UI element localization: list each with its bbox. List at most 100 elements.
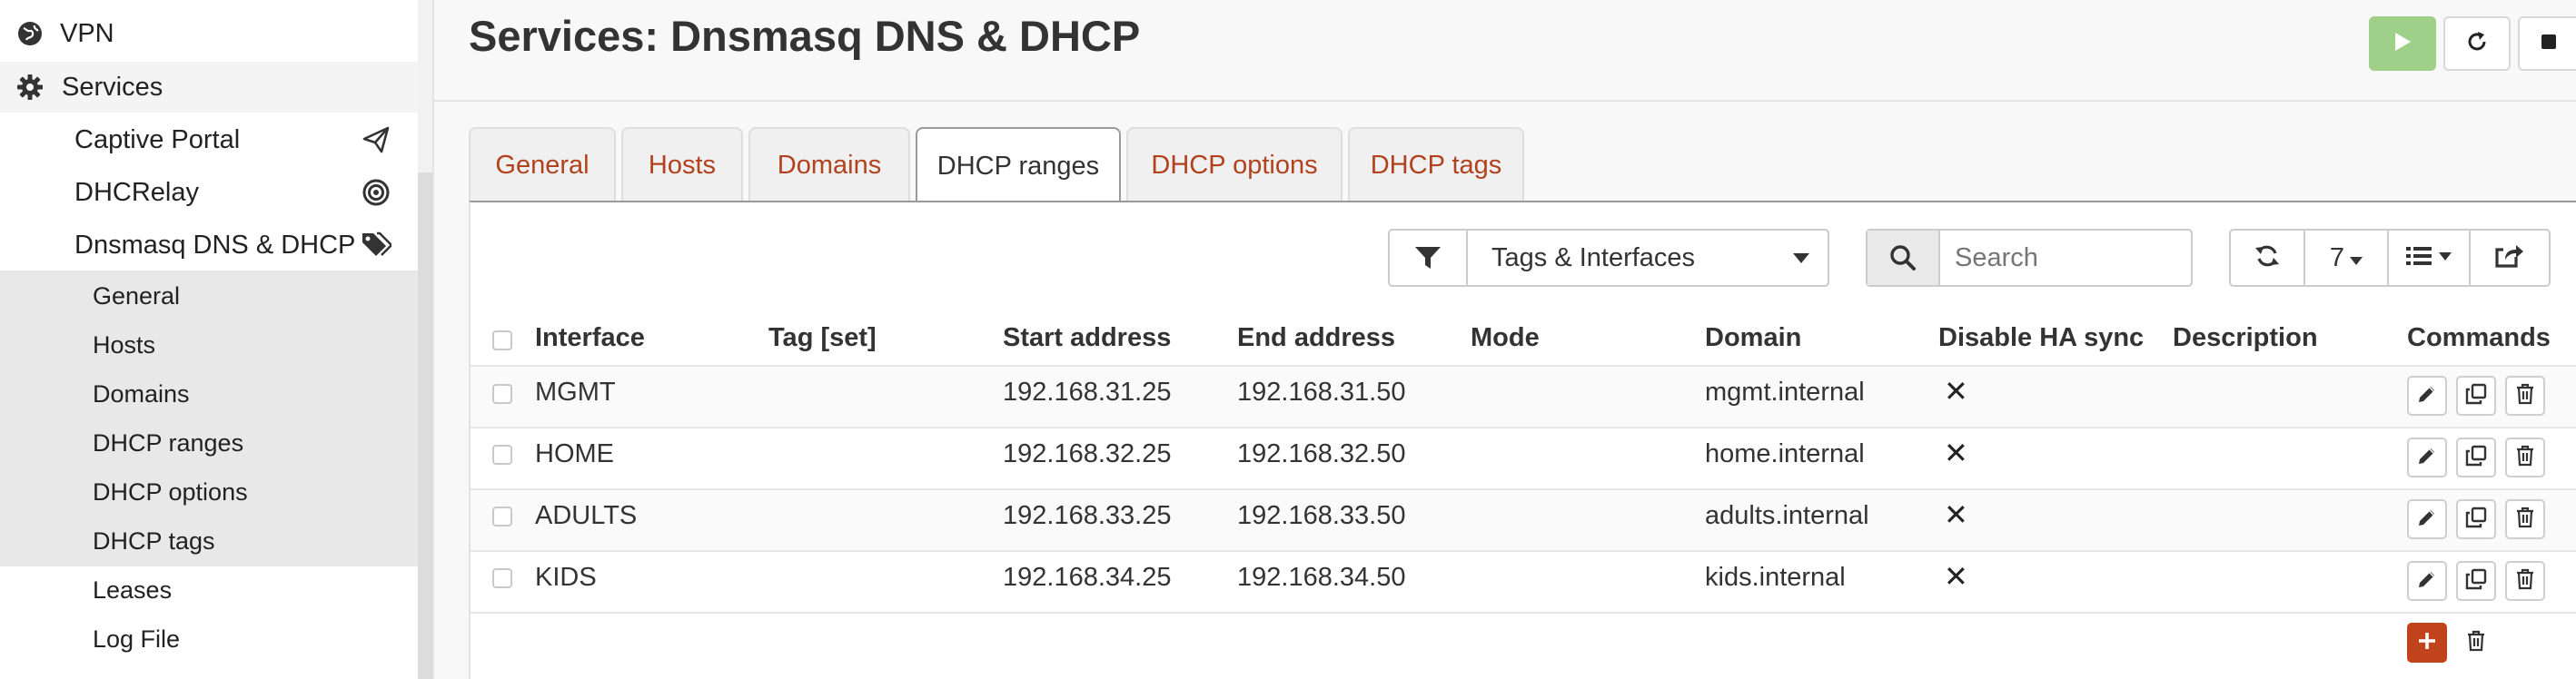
column-header-domain[interactable]: Domain: [1705, 323, 1801, 353]
clone-button[interactable]: [2456, 438, 2496, 477]
sidebar-item-dnsmasq[interactable]: Dnsmasq DNS & DHCP: [0, 221, 418, 269]
cell-domain: mgmt.internal: [1705, 378, 1865, 407]
page-title: Services: Dnsmasq DNS & DHCP: [469, 12, 1141, 60]
header-divider: [434, 100, 2576, 102]
tab-general[interactable]: General: [469, 127, 616, 202]
delete-button[interactable]: [2505, 561, 2545, 601]
column-header-mode[interactable]: Mode: [1471, 323, 1540, 353]
edit-button[interactable]: [2407, 438, 2447, 477]
cell-end-address: 192.168.34.50: [1237, 563, 1406, 592]
restart-service-button[interactable]: [2443, 16, 2511, 71]
columns-dropdown[interactable]: [2389, 231, 2471, 285]
cell-start-address: 192.168.33.25: [1003, 501, 1172, 530]
cell-disable-ha-sync: ✕: [1944, 437, 1968, 469]
column-header-description[interactable]: Description: [2173, 323, 2318, 353]
column-header-tag[interactable]: Tag [set]: [768, 323, 877, 353]
cell-start-address: 192.168.31.25: [1003, 378, 1172, 407]
tab-dhcp-ranges[interactable]: DHCP ranges: [916, 127, 1121, 203]
plus-icon: [2417, 631, 2437, 655]
list-icon: [2406, 245, 2435, 271]
column-header-disable-ha-sync[interactable]: Disable HA sync: [1938, 323, 2144, 353]
pencil-icon: [2416, 507, 2438, 533]
cell-end-address: 192.168.32.50: [1237, 439, 1406, 468]
sidebar-subitem-dhcp-options[interactable]: DHCP options: [0, 472, 418, 512]
row-checkbox[interactable]: [492, 507, 512, 526]
sidebar-item-captive-portal[interactable]: Captive Portal: [0, 116, 418, 163]
pencil-icon: [2416, 383, 2438, 409]
cell-domain: kids.internal: [1705, 563, 1846, 592]
trash-icon: [2515, 445, 2535, 471]
delete-button[interactable]: [2505, 438, 2545, 477]
sidebar-item-label: Log File: [93, 625, 181, 653]
rows-per-page-value: 7: [2329, 242, 2345, 272]
add-range-button[interactable]: [2407, 623, 2447, 663]
row-checkbox[interactable]: [492, 568, 512, 588]
copy-icon: [2465, 507, 2487, 533]
tags-icon: [360, 229, 392, 261]
sidebar-subitem-general[interactable]: General: [0, 276, 418, 316]
stop-service-button[interactable]: [2518, 16, 2576, 71]
filter-dropdown[interactable]: Tags & Interfaces: [1388, 229, 1829, 287]
stop-icon: [2540, 33, 2558, 55]
column-header-start-address[interactable]: Start address: [1003, 323, 1171, 353]
cell-interface: HOME: [535, 439, 614, 468]
export-button[interactable]: [2471, 231, 2549, 285]
edit-button[interactable]: [2407, 561, 2447, 601]
trash-icon: [2466, 630, 2486, 656]
row-divider: [471, 550, 2576, 552]
sidebar-scrollbar-thumb[interactable]: [418, 172, 432, 679]
rows-per-page-dropdown[interactable]: 7: [2305, 231, 2389, 285]
table-row[interactable]: [471, 367, 2576, 427]
start-service-button[interactable]: [2369, 16, 2436, 71]
copy-icon: [2465, 445, 2487, 471]
clone-button[interactable]: [2456, 376, 2496, 416]
tab-hosts[interactable]: Hosts: [621, 127, 743, 202]
sidebar-item-services[interactable]: Services: [0, 62, 418, 113]
filter-icon: [1390, 231, 1468, 285]
sidebar-subitem-dhcp-tags[interactable]: DHCP tags: [0, 521, 418, 561]
cell-domain: home.internal: [1705, 439, 1865, 468]
clone-button[interactable]: [2456, 561, 2496, 601]
sidebar-item-label: DHCP ranges: [93, 428, 244, 457]
sidebar-subitem-leases[interactable]: Leases: [0, 570, 418, 610]
sidebar-item-label: DHCP options: [93, 477, 248, 506]
cell-start-address: 192.168.32.25: [1003, 439, 1172, 468]
sidebar-item-vpn[interactable]: VPN: [0, 15, 418, 53]
tab-dhcp-tags[interactable]: DHCP tags: [1348, 127, 1524, 202]
sidebar-item-dhcrelay[interactable]: DHCRelay: [0, 169, 418, 216]
table-row[interactable]: [471, 490, 2576, 550]
delete-selected-button[interactable]: [2456, 623, 2496, 663]
cell-disable-ha-sync: ✕: [1944, 560, 1968, 593]
edit-button[interactable]: [2407, 499, 2447, 539]
search-box[interactable]: [1866, 229, 2193, 287]
select-all-checkbox[interactable]: [492, 330, 512, 350]
edit-button[interactable]: [2407, 376, 2447, 416]
row-checkbox[interactable]: [492, 384, 512, 404]
caret-down-icon: [2350, 243, 2363, 273]
column-header-end-address[interactable]: End address: [1237, 323, 1395, 353]
delete-button[interactable]: [2505, 376, 2545, 416]
sidebar-subitem-domains[interactable]: Domains: [0, 374, 418, 414]
tab-label: DHCP tags: [1370, 150, 1502, 180]
refresh-button[interactable]: [2231, 231, 2305, 285]
tab-domains[interactable]: Domains: [748, 127, 910, 202]
sidebar-item-label: Leases: [93, 576, 173, 604]
sidebar-item-label: General: [93, 281, 181, 310]
export-icon: [2494, 242, 2525, 274]
sidebar-item-label: Dnsmasq DNS & DHCP: [74, 230, 356, 260]
sidebar-subitem-dhcp-ranges[interactable]: DHCP ranges: [0, 423, 418, 463]
tab-label: General: [495, 150, 590, 180]
search-input[interactable]: [1955, 240, 2182, 276]
row-divider: [471, 427, 2576, 428]
row-divider: [471, 612, 2576, 614]
row-checkbox[interactable]: [492, 445, 512, 465]
tab-dhcp-options[interactable]: DHCP options: [1126, 127, 1342, 202]
sidebar: VPN Services Captive Portal DHCRelay Dns…: [0, 0, 418, 679]
delete-button[interactable]: [2505, 499, 2545, 539]
column-header-interface[interactable]: Interface: [535, 323, 645, 353]
reload-icon: [2465, 30, 2489, 58]
cell-end-address: 192.168.31.50: [1237, 378, 1406, 407]
sidebar-subitem-hosts[interactable]: Hosts: [0, 325, 418, 365]
sidebar-subitem-log-file[interactable]: Log File: [0, 619, 418, 659]
clone-button[interactable]: [2456, 499, 2496, 539]
